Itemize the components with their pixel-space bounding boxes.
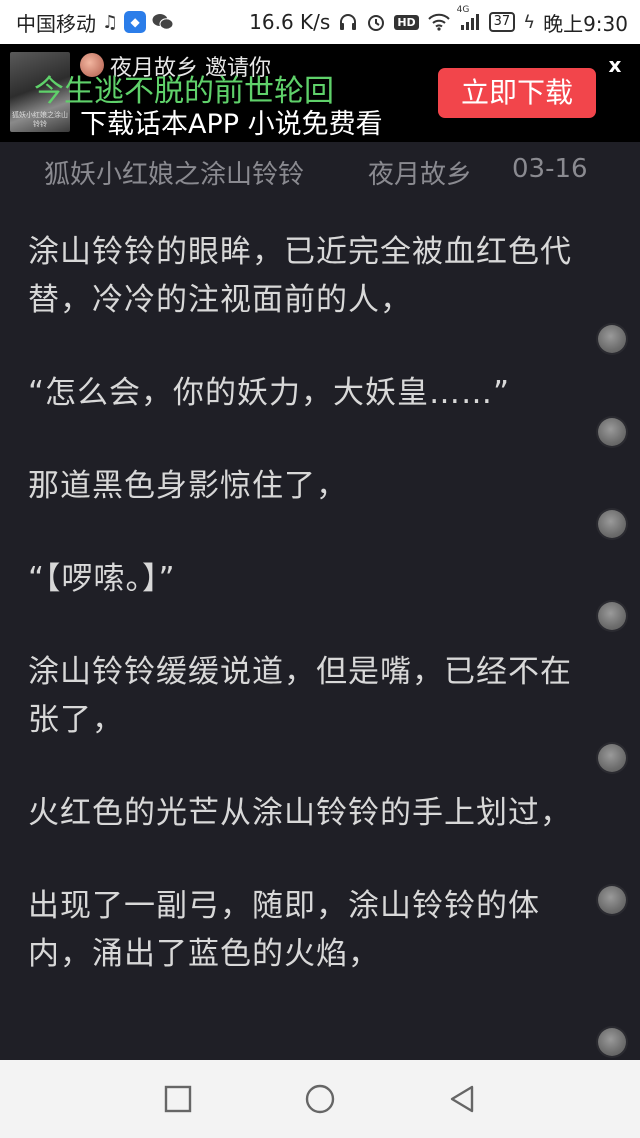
ad-banner[interactable]: 狐妖小红娘之涂山 铃铃 夜月故乡 邀请你 今生逃不脱的前世轮回 下载话本APP …: [0, 44, 640, 142]
system-nav-bar: [0, 1060, 640, 1138]
hd-icon: HD: [394, 14, 419, 30]
comment-bubble-icon[interactable]: [598, 510, 626, 538]
ad-subtitle: 下载话本APP 小说免费看: [80, 109, 383, 140]
circle-icon: [305, 1084, 335, 1114]
clock: 晚上9:30: [543, 11, 628, 36]
chapter-date: 03-16: [512, 154, 588, 184]
signal-icon: 4G: [457, 5, 481, 31]
status-right: 16.6 K/s HD 4G 37 ϟ 晚上9:30: [249, 5, 628, 37]
story-paragraph: 涂山铃铃的眼眸，已近完全被血红色代替，冷冷的注视面前的人，: [28, 234, 572, 318]
download-button[interactable]: 立即下载: [438, 68, 596, 118]
story-paragraph: 火红色的光芒从涂山铃铃的手上划过，: [28, 795, 572, 831]
story-paragraph: “【啰嗦。】”: [28, 561, 176, 597]
comment-bubble-icon[interactable]: [598, 418, 626, 446]
net-speed: 16.6 K/s: [249, 10, 331, 34]
ad-cover-caption: 狐妖小红娘之涂山 铃铃: [12, 111, 68, 128]
comment-bubble-icon[interactable]: [598, 325, 626, 353]
network-type-label: 4G: [456, 5, 470, 15]
status-bar: 中国移动 ♫ ◆ 16.6 K/s HD 4G 37 ϟ 晚上9:30: [0, 0, 640, 44]
story-paragraph: 那道黑色身影惊住了，: [28, 468, 348, 504]
back-button[interactable]: [442, 1079, 482, 1119]
wechat-icon: [152, 13, 174, 31]
battery-level: 37: [493, 14, 511, 29]
shield-app-icon: ◆: [124, 11, 147, 33]
story-paragraph: 涂山铃铃缓缓说道，但是嘴，已经不在张了，: [28, 654, 572, 738]
comment-bubble-icon[interactable]: [598, 744, 626, 772]
story-paragraph: “怎么会，你的妖力，大妖皇……”: [28, 375, 511, 411]
reader-screen: 中国移动 ♫ ◆ 16.6 K/s HD 4G 37 ϟ 晚上9:30 狐妖小红…: [0, 0, 640, 1138]
alarm-icon: [366, 12, 386, 32]
comment-bubble-icon[interactable]: [598, 886, 626, 914]
triangle-back-icon: [450, 1085, 474, 1113]
comment-bubble-icon[interactable]: [598, 602, 626, 630]
carrier-label: 中国移动: [16, 11, 96, 36]
charging-icon: ϟ: [523, 11, 536, 33]
comment-bubble-icon[interactable]: [598, 1028, 626, 1056]
close-ad-button[interactable]: x: [604, 54, 626, 76]
home-button[interactable]: [300, 1079, 340, 1119]
battery-icon: 37: [488, 12, 516, 32]
wifi-icon: [427, 13, 451, 31]
recent-apps-button[interactable]: [158, 1079, 198, 1119]
status-left: 中国移动 ♫ ◆: [16, 8, 174, 37]
square-icon: [164, 1085, 192, 1113]
story-content[interactable]: 涂山铃铃的眼眸，已近完全被血红色代替，冷冷的注视面前的人， “怎么会，你的妖力，…: [28, 228, 588, 1023]
headphones-icon: [338, 13, 358, 31]
book-title: 狐妖小红娘之涂山铃铃: [44, 160, 305, 190]
reader-header: 狐妖小红娘之涂山铃铃 夜月故乡 03-16: [0, 142, 640, 200]
music-icon: ♫: [102, 11, 119, 33]
story-paragraph: 出现了一副弓，随即，涂山铃铃的体内，涌出了蓝色的火焰，: [28, 888, 540, 972]
book-author: 夜月故乡: [368, 160, 473, 190]
